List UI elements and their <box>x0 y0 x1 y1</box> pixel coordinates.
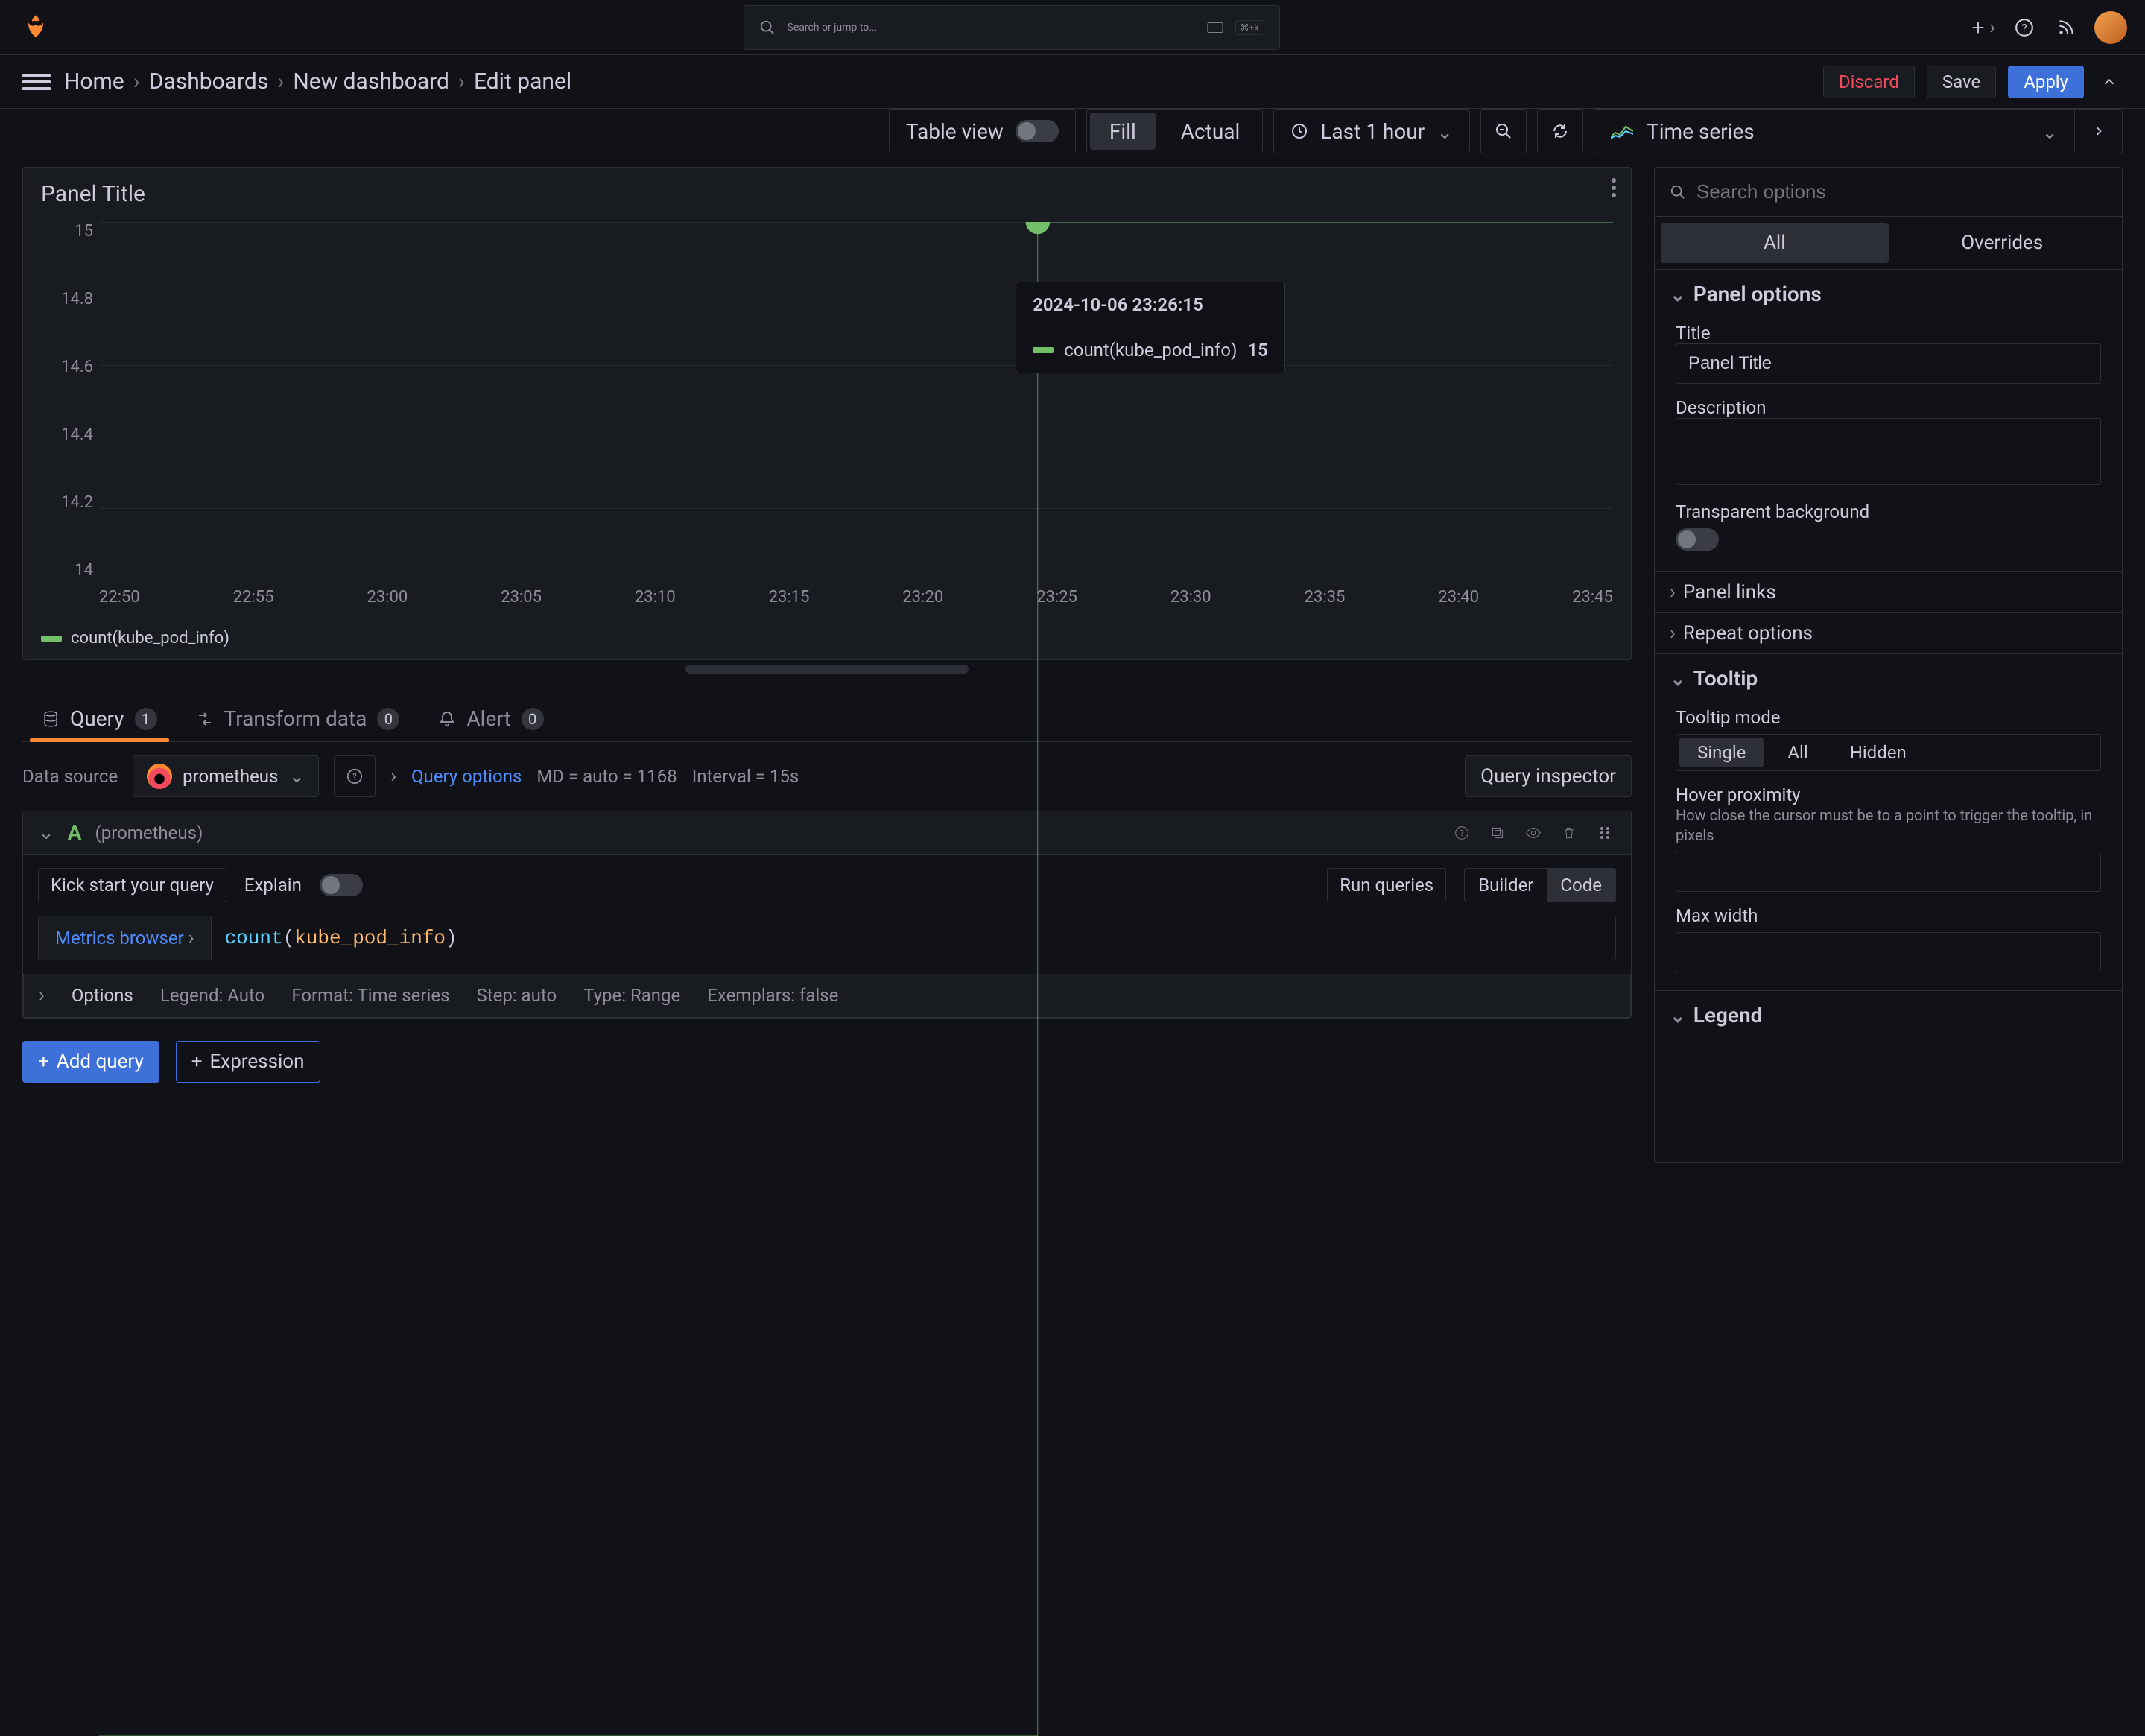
crumb-dashboards[interactable]: Dashboards <box>149 69 269 95</box>
chevron-down-icon <box>1670 666 1686 691</box>
hover-prox-help: How close the cursor must be to a point … <box>1676 805 2101 846</box>
tooltip-timestamp: 2024-10-06 23:26:15 <box>1033 294 1268 315</box>
timeseries-icon <box>1611 122 1633 140</box>
panel-type-picker[interactable]: Time series <box>1594 109 2075 153</box>
chevron-down-icon <box>1436 119 1453 144</box>
rss-icon <box>2056 18 2076 37</box>
database-icon <box>42 710 60 728</box>
max-width-label: Max width <box>1676 905 2101 926</box>
query-count: 1 <box>135 708 157 730</box>
breadcrumb: Home › Dashboards › New dashboard › Edit… <box>64 69 571 95</box>
news-button[interactable] <box>2053 14 2079 41</box>
avatar[interactable] <box>2094 11 2127 44</box>
chart-area[interactable]: 15 14.8 14.6 14.4 14.2 14 <box>41 222 1613 624</box>
keyboard-icon <box>1207 22 1223 34</box>
global-search[interactable]: Search or jump to... ⌘+k <box>744 5 1280 50</box>
description-label: Description <box>1676 397 2101 418</box>
tab-all[interactable]: All <box>1661 223 1889 263</box>
viz-panel: Panel Title 15 14.8 14.6 14.4 14.2 14 <box>22 167 1632 660</box>
tab-query[interactable]: Query 1 <box>22 696 177 741</box>
fill-actual-segment: Fill Actual <box>1086 109 1263 153</box>
chevron-right-icon <box>1670 622 1676 644</box>
apply-button[interactable]: Apply <box>2008 66 2084 98</box>
search-icon <box>1670 184 1686 200</box>
grafana-logo[interactable] <box>18 10 54 45</box>
hover-prox-label: Hover proximity <box>1676 785 2101 805</box>
section-panel-options[interactable]: Panel options <box>1655 269 2122 318</box>
crumb-edit-panel: Edit panel <box>474 69 571 95</box>
tooltip-mode-single[interactable]: Single <box>1679 738 1764 767</box>
help-icon: ? <box>2015 18 2034 37</box>
actual-option[interactable]: Actual <box>1159 110 1263 153</box>
collapse-query-icon[interactable] <box>38 822 54 844</box>
table-view-toggle[interactable]: Table view <box>889 109 1076 153</box>
tooltip-series: count(kube_pod_info) <box>1064 340 1237 361</box>
zoom-out-icon <box>1495 122 1512 140</box>
svg-text:?: ? <box>2021 21 2027 34</box>
chevron-up-icon <box>2101 74 2117 90</box>
transparent-toggle[interactable] <box>1676 528 1719 551</box>
menu-toggle[interactable] <box>22 74 51 90</box>
max-width-input[interactable] <box>1676 932 2101 972</box>
fill-option[interactable]: Fill <box>1090 113 1156 150</box>
chevron-down-icon <box>1670 282 1686 306</box>
clock-icon <box>1290 122 1308 140</box>
hover-prox-input[interactable] <box>1676 852 2101 892</box>
tooltip-mode-label: Tooltip mode <box>1676 707 2101 728</box>
search-shortcut: ⌘+k <box>1235 20 1264 35</box>
add-button[interactable] <box>1969 14 1996 41</box>
refresh-button[interactable] <box>1537 109 1583 153</box>
chevron-down-icon <box>2041 119 2058 144</box>
tooltip-mode-hidden[interactable]: Hidden <box>1829 735 1927 770</box>
tab-transform[interactable]: Transform data 0 <box>177 696 419 741</box>
chevron-down-icon <box>1670 1003 1686 1027</box>
chevron-down-icon <box>1989 16 1995 39</box>
y-axis: 15 14.8 14.6 14.4 14.2 14 <box>41 222 99 580</box>
panel-title: Panel Title <box>41 181 1613 207</box>
options-sidebar: All Overrides Panel options Title Descri… <box>1654 167 2123 1163</box>
save-button[interactable]: Save <box>1927 66 1996 98</box>
tab-overrides[interactable]: Overrides <box>1889 223 2117 263</box>
options-search-input[interactable] <box>1695 180 2107 204</box>
description-input[interactable] <box>1676 418 2101 485</box>
discard-button[interactable]: Discard <box>1823 66 1915 98</box>
tooltip-value: 15 <box>1247 340 1267 361</box>
title-input[interactable] <box>1676 343 2101 384</box>
transform-icon <box>196 710 214 728</box>
tab-alert[interactable]: Alert 0 <box>419 696 563 741</box>
collapse-sidebar-button[interactable] <box>2075 109 2123 153</box>
collapse-crumb-button[interactable] <box>2096 69 2123 95</box>
chevron-right-icon <box>1670 581 1676 604</box>
bell-icon <box>438 710 456 728</box>
section-panel-links[interactable]: Panel links <box>1655 571 2122 612</box>
panel-menu-button[interactable] <box>1612 178 1616 197</box>
refresh-icon <box>1551 122 1569 140</box>
search-placeholder: Search or jump to... <box>788 22 878 34</box>
legend-swatch <box>41 636 62 642</box>
chevron-right-icon <box>39 984 45 1007</box>
section-repeat-options[interactable]: Repeat options <box>1655 612 2122 653</box>
section-legend[interactable]: Legend <box>1655 990 2122 1039</box>
time-range-picker[interactable]: Last 1 hour <box>1273 109 1470 153</box>
chevron-right-icon <box>2091 124 2106 139</box>
title-label: Title <box>1676 323 2101 343</box>
toggle-off-icon <box>1016 120 1059 142</box>
search-icon <box>759 19 776 36</box>
tooltip-mode-segment: Single All Hidden <box>1676 734 2101 771</box>
tooltip-mode-all[interactable]: All <box>1767 735 1828 770</box>
query-ref-id: A <box>68 820 82 845</box>
crumb-new-dashboard[interactable]: New dashboard <box>293 69 449 95</box>
x-axis: 22:50 22:55 23:00 23:05 23:10 23:15 23:2… <box>99 588 1613 606</box>
plus-icon <box>1970 19 1986 36</box>
crumb-home[interactable]: Home <box>64 69 124 95</box>
top-navbar: Search or jump to... ⌘+k ? <box>0 0 2145 55</box>
transparent-label: Transparent background <box>1676 501 2101 522</box>
explain-toggle[interactable] <box>320 874 363 896</box>
section-tooltip[interactable]: Tooltip <box>1655 653 2122 703</box>
help-button[interactable]: ? <box>2011 14 2038 41</box>
series-line <box>99 222 1613 1736</box>
zoom-out-button[interactable] <box>1480 109 1527 153</box>
chart-tooltip: 2024-10-06 23:26:15 count(kube_pod_info)… <box>1016 282 1285 373</box>
